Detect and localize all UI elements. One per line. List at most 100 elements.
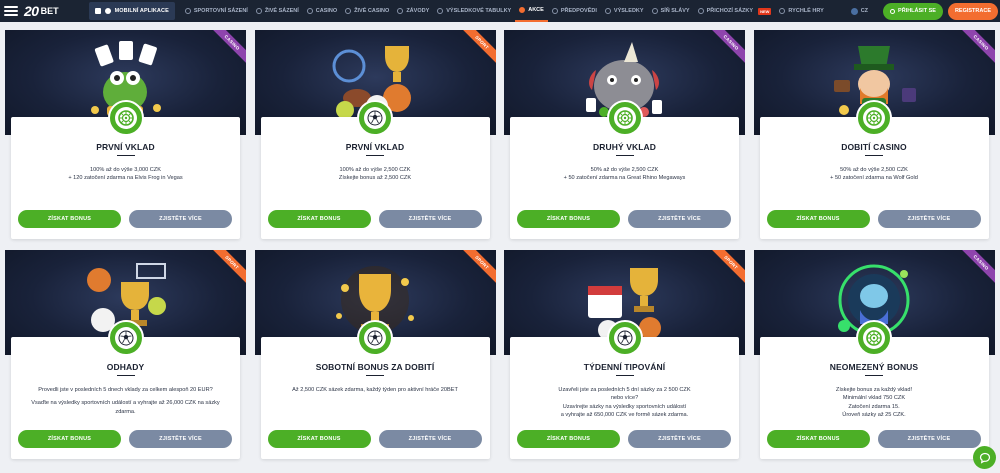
menu-icon[interactable]	[4, 6, 18, 16]
title-divider	[366, 155, 384, 156]
predict-icon	[551, 8, 558, 14]
learn-more-button[interactable]: ZJISTĚTE VÍCE	[628, 210, 731, 228]
promo-card: SPORT SOBOTNÍ BONUS ZA DOBITÍ Až 2,500 CZK…	[254, 250, 496, 459]
category-badge	[856, 100, 892, 136]
title-divider	[366, 375, 384, 376]
promo-description-line: Provedli jste v posledních 5 dnech vklad…	[38, 387, 213, 393]
roulette-icon	[114, 107, 137, 129]
nav-item[interactable]: PŘICHOZÍ SÁZKY NEW	[694, 0, 776, 22]
category-tag: SPORT	[212, 250, 246, 284]
nav-item-label: SÍŇ SLÁVY	[660, 8, 690, 14]
title-divider	[615, 375, 634, 376]
nav-item-label: ŽIVÉ CASINO	[354, 8, 390, 14]
get-bonus-button[interactable]: ZÍSKAT BONUS	[18, 210, 121, 228]
promo-title: DRUHÝ VKLAD	[593, 142, 656, 152]
nav-item[interactable]: CASINO	[303, 0, 341, 22]
promo-description: 100% až do výše 3,000 CZK + 120 zatočení …	[17, 166, 234, 183]
main-nav: SPORTOVNÍ SÁZENÍ ŽIVÉ SÁZENÍ CASINO ŽIVÉ CA…	[181, 0, 828, 22]
get-bonus-button[interactable]: ZÍSKAT BONUS	[18, 430, 121, 448]
nav-item-label: SPORTOVNÍ SÁZENÍ	[193, 8, 248, 14]
promo-title: DOBITÍ CASINO	[841, 142, 907, 152]
mobile-app-label: MOBILNÍ APLIKACE	[114, 8, 169, 14]
promo-description-line: zdarma.	[115, 408, 136, 415]
nav-item[interactable]: SPORTOVNÍ SÁZENÍ	[181, 0, 252, 22]
trophy-icon	[437, 8, 444, 14]
promo-card: SPORT PRVNÍ VKLAD 100% až do výše 2,500 CZ…	[254, 30, 496, 239]
star-icon	[651, 8, 658, 14]
category-badge	[606, 320, 643, 356]
register-button[interactable]: REGISTRACE	[947, 2, 998, 20]
nav-item[interactable]: ŽIVÉ SÁZENÍ	[252, 0, 303, 22]
horse-icon	[397, 8, 404, 14]
nav-item[interactable]: VÝSLEDKOVÉ TABULKY	[433, 0, 515, 22]
title-divider	[865, 375, 883, 376]
category-tag: CASINO	[212, 30, 246, 64]
get-bonus-button[interactable]: ZÍSKAT BONUS	[766, 210, 870, 228]
get-bonus-button[interactable]: ZÍSKAT BONUS	[517, 430, 620, 448]
nav-item-label: CASINO	[315, 8, 338, 14]
category-tag: CASINO	[960, 250, 995, 284]
mobile-app-button[interactable]: MOBILNÍ APLIKACE	[88, 2, 175, 20]
flag-icon	[850, 7, 858, 15]
nav-item[interactable]: ZÁVODY	[393, 0, 433, 22]
learn-more-button[interactable]: ZJISTĚTE VÍCE	[378, 210, 482, 228]
category-tag: SPORT	[461, 30, 496, 64]
category-ribbon: SPORT	[711, 250, 745, 284]
nav-item[interactable]: VÝSLEDKY	[601, 0, 648, 22]
football-icon	[364, 327, 386, 349]
category-badge	[357, 320, 393, 356]
category-badge	[606, 100, 643, 136]
learn-more-button[interactable]: ZJISTĚTE VÍCE	[129, 430, 232, 448]
category-badge	[856, 320, 892, 356]
get-bonus-button[interactable]: ZÍSKAT BONUS	[267, 210, 371, 228]
category-ribbon: CASINO	[960, 250, 995, 284]
get-bonus-button[interactable]: ZÍSKAT BONUS	[267, 430, 371, 448]
promo-description: Provedli jste v posledních 5 dnech vklad…	[17, 386, 234, 416]
learn-more-button[interactable]: ZJISTĚTE VÍCE	[877, 430, 981, 448]
live-icon	[255, 8, 262, 14]
learn-more-button[interactable]: ZJISTĚTE VÍCE	[877, 210, 981, 228]
promo-description-line: nebo více?	[610, 395, 639, 402]
promo-description-line: Uzavřeli jste za posledních 5 dní sázky …	[558, 387, 691, 393]
chat-button[interactable]	[973, 446, 996, 469]
promo-card: CASINO PRVNÍ VKLAD 100% až do výše 3,000 C…	[5, 30, 246, 239]
learn-more-button[interactable]: ZJISTĚTE VÍCE	[129, 210, 232, 228]
promo-description: Uzavřeli jste za posledních 5 dní sázky …	[516, 386, 733, 420]
category-tag: CASINO	[711, 30, 745, 64]
learn-more-button[interactable]: ZJISTĚTE VÍCE	[378, 430, 482, 448]
promo-description-line: 100% až do výše 2,500 CZK	[339, 167, 411, 173]
android-icon	[104, 8, 111, 14]
category-tag: SPORT	[711, 250, 745, 284]
logo[interactable]: 20 BET	[24, 3, 59, 19]
category-tag: SPORT	[461, 250, 496, 284]
promo-description-line: Uzavírejte sázky na výsledky sportovních…	[562, 403, 687, 410]
promo-title: NEOMEZENÝ BONUS	[829, 362, 919, 372]
nav-item[interactable]: ŽIVÉ CASINO	[341, 0, 393, 22]
top-navigation-bar: 20 BET MOBILNÍ APLIKACE SPORTOVNÍ SÁZENÍ…	[0, 0, 1000, 22]
nav-item[interactable]: RYCHLÉ HRY	[775, 0, 827, 22]
title-divider	[865, 155, 883, 156]
get-bonus-button[interactable]: ZÍSKAT BONUS	[517, 210, 620, 228]
roulette-icon	[863, 327, 885, 349]
nav-item-label: ŽIVÉ SÁZENÍ	[264, 8, 299, 14]
nav-item-label: RYCHLÉ HRY	[788, 8, 824, 14]
live-casino-icon	[345, 8, 352, 14]
promo-description-line: + 120 zatočení zdarma na Elvis Frog in V…	[68, 175, 183, 182]
user-icon	[890, 8, 896, 14]
casino-icon	[306, 8, 313, 14]
promo-description-line: + 50 zatočení zdarma na Wolf Gold	[830, 175, 918, 182]
nav-item[interactable]: PŘEDPOVĚDI	[548, 0, 601, 22]
category-badge	[357, 100, 393, 136]
gift-icon	[519, 7, 526, 13]
nav-item[interactable]: SÍŇ SLÁVY	[648, 0, 694, 22]
language-selector[interactable]: CZ	[850, 7, 868, 15]
promo-description-line: 100% až do výše 3,000 CZK	[90, 167, 161, 173]
promo-description-line: Vsaďte na výsledky sportovních událostí …	[31, 400, 220, 407]
login-button[interactable]: PŘIHLÁSIT SE	[883, 2, 943, 20]
football-icon	[613, 327, 636, 349]
learn-more-button[interactable]: ZJISTĚTE VÍCE	[628, 430, 731, 448]
nav-item[interactable]: AKCE	[515, 0, 548, 22]
promo-card: CASINO DOBITÍ CASINO 50% až do výše 2,500 …	[753, 30, 995, 239]
nav-item-label: ZÁVODY	[406, 8, 430, 14]
get-bonus-button[interactable]: ZÍSKAT BONUS	[766, 430, 870, 448]
